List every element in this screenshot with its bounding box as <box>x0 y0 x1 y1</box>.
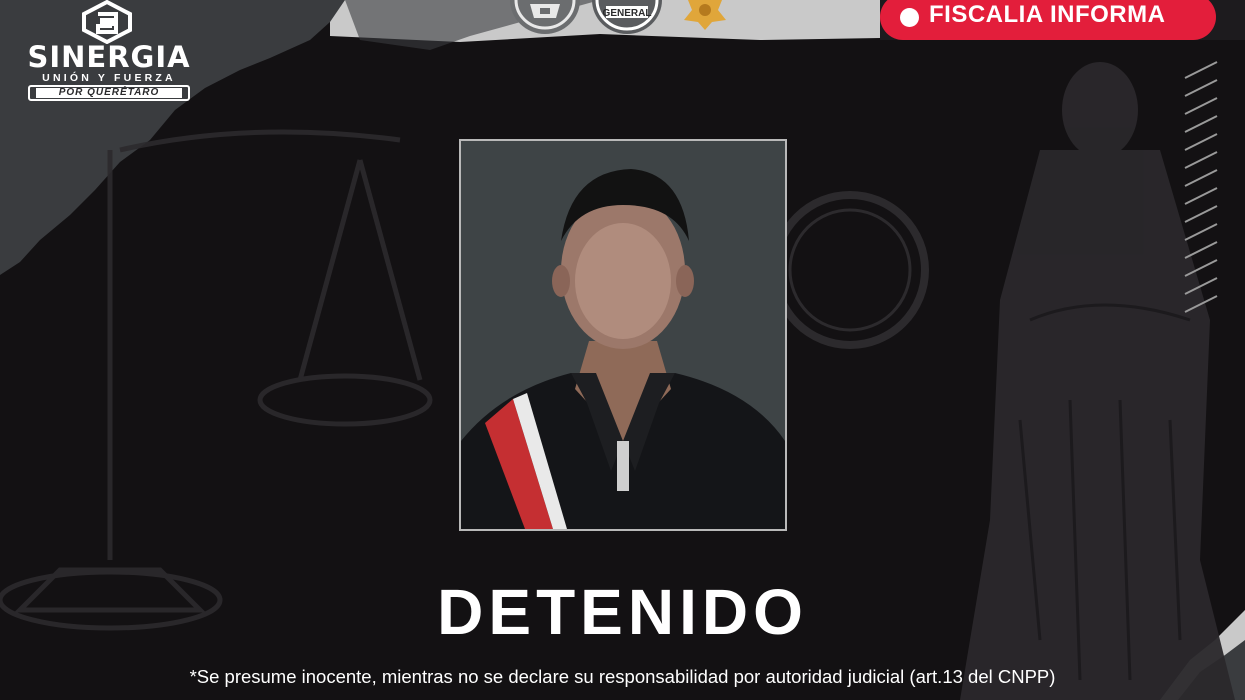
badge-label: FISCALIA INFORMA <box>929 1 1166 28</box>
fiscalia-general-seal-icon: GENERAL <box>592 0 662 34</box>
fiscalia-informa-badge: FISCALIA INFORMA <box>880 0 1216 40</box>
disclaimer-text: *Se presume inocente, mientras no se dec… <box>189 666 1056 687</box>
logo-region: POR QUERÉTARO <box>36 88 182 98</box>
person-photo-face-blurred <box>461 141 785 529</box>
sinergia-emblem-icon <box>82 0 132 44</box>
page-title: DETENIDO <box>437 576 808 648</box>
state-seal-icon <box>510 0 580 34</box>
logo-name: SINERGIA <box>27 40 191 74</box>
sinergia-logo: SINERGIA UNIÓN Y FUERZA POR QUERÉTARO <box>14 0 204 122</box>
logo-region-box: POR QUERÉTARO <box>28 85 190 101</box>
person-photo <box>459 139 787 531</box>
logo-tagline: UNIÓN Y FUERZA <box>42 72 176 84</box>
live-dot-icon <box>900 8 919 27</box>
seal-text: GENERAL <box>603 8 652 19</box>
police-star-badge-icon <box>676 0 734 32</box>
